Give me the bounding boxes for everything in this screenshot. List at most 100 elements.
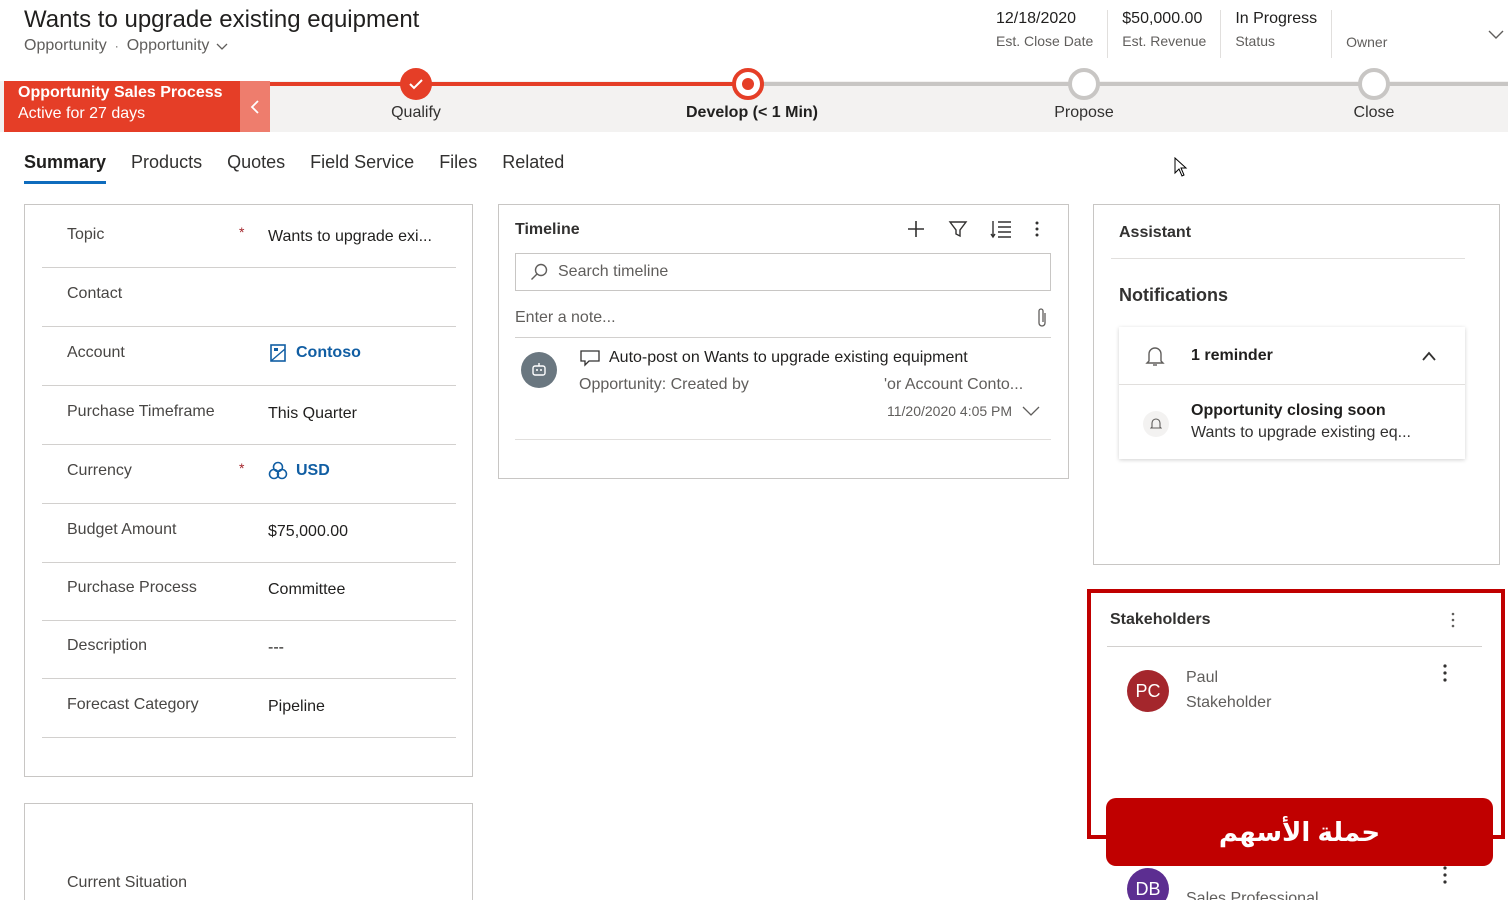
timeline-section: Timeline Search timeline Enter a note...…	[498, 204, 1069, 479]
field-label: Account	[67, 344, 125, 361]
tab-products[interactable]: Products	[131, 152, 202, 184]
list-view-icon[interactable]	[990, 219, 1012, 239]
tab-related[interactable]: Related	[502, 152, 564, 184]
chevron-up-icon[interactable]	[1421, 350, 1437, 362]
process-name: Opportunity Sales Process	[18, 84, 223, 101]
bell-icon	[1145, 347, 1165, 366]
stage-close-node[interactable]	[1358, 68, 1390, 100]
field-topic[interactable]: Topic * Wants to upgrade exi...	[42, 209, 456, 268]
robot-icon	[532, 363, 546, 376]
search-placeholder: Search timeline	[558, 263, 669, 280]
stage-label[interactable]: Develop (< 1 Min)	[686, 104, 818, 122]
bell-icon	[1143, 411, 1169, 437]
note-input[interactable]: Enter a note...	[515, 309, 1051, 338]
stage-label[interactable]: Close	[1354, 104, 1395, 122]
currency-icon	[268, 461, 288, 480]
current-situation-section: Current Situation	[24, 803, 473, 900]
tab-field-service[interactable]: Field Service	[310, 152, 414, 184]
tab-files[interactable]: Files	[439, 152, 477, 184]
more-options-icon[interactable]	[1034, 219, 1040, 239]
chevron-down-icon[interactable]	[215, 39, 229, 53]
field-contact[interactable]: Contact	[42, 268, 456, 327]
timeline-title: Timeline	[515, 221, 580, 238]
currency-link[interactable]: USD	[268, 461, 330, 481]
reminder-title: Opportunity closing soon	[1191, 402, 1386, 419]
kpi-value: $50,000.00	[1122, 10, 1203, 27]
field-label: Description	[67, 637, 148, 654]
process-flag[interactable]: Opportunity Sales Process Active for 27 …	[4, 81, 240, 132]
summary-section: Topic * Wants to upgrade exi... Contact …	[24, 204, 473, 777]
kpi-owner[interactable]: Owner	[1332, 10, 1462, 58]
record-title: Wants to upgrade existing equipment	[24, 6, 420, 33]
kpi-close-date: 12/18/2020 Est. Close Date	[982, 10, 1109, 58]
stage-propose-node[interactable]	[1068, 68, 1100, 100]
kpi-value: In Progress	[1235, 10, 1318, 27]
process-duration: Active for 27 days	[18, 105, 146, 122]
field-value[interactable]: This Quarter	[268, 405, 357, 423]
tab-quotes[interactable]: Quotes	[227, 152, 285, 184]
field-label: Currency	[67, 462, 132, 479]
field-label: Topic	[67, 226, 105, 243]
post-icon	[580, 350, 600, 367]
reminder-count: 1 reminder	[1191, 347, 1273, 364]
notifications-title: Notifications	[1119, 285, 1229, 305]
search-icon	[531, 263, 548, 280]
form-selector[interactable]: Opportunity	[127, 37, 210, 55]
process-track-done	[270, 82, 748, 86]
kpi-label: Owner	[1346, 34, 1388, 50]
field-label: Current Situation	[67, 874, 188, 891]
field-label: Forecast Category	[67, 696, 199, 713]
field-value[interactable]: ---	[268, 639, 284, 657]
field-value[interactable]: $75,000.00	[268, 523, 348, 541]
add-icon[interactable]	[906, 219, 926, 239]
field-label: Contact	[67, 285, 123, 302]
kpi-revenue: $50,000.00 Est. Revenue	[1108, 10, 1222, 58]
field-forecast-category[interactable]: Forecast Category Pipeline	[42, 679, 456, 738]
header-kpis: 12/18/2020 Est. Close Date $50,000.00 Es…	[982, 10, 1462, 58]
entry-date-text: 11/20/2020 4:05 PM	[887, 403, 1013, 419]
currency-code: USD	[296, 462, 330, 479]
process-collapse-button[interactable]	[240, 81, 270, 132]
chevron-down-icon[interactable]	[1022, 405, 1040, 417]
more-options-icon[interactable]	[1440, 864, 1450, 886]
field-purchase-process[interactable]: Purchase Process Committee	[42, 562, 456, 621]
kpi-label: Status	[1235, 33, 1276, 49]
separator-dot: ·	[114, 39, 119, 53]
checkmark-icon	[409, 79, 423, 90]
stakeholder-role: Sales Professional	[1186, 890, 1319, 900]
field-budget-amount[interactable]: Budget Amount $75,000.00	[42, 504, 456, 563]
timeline-search-input[interactable]: Search timeline	[515, 253, 1051, 291]
account-link[interactable]: Contoso	[268, 343, 361, 363]
required-marker: *	[239, 224, 245, 240]
form-tabs: Summary Products Quotes Field Service Fi…	[24, 152, 564, 184]
reminder-card: 1 reminder Opportunity closing soon Want…	[1119, 327, 1465, 459]
timeline-entry-title[interactable]: Auto-post on Wants to upgrade existing e…	[579, 349, 968, 369]
kpi-value: 12/18/2020	[996, 10, 1077, 27]
process-track-pending	[748, 82, 1508, 86]
field-account[interactable]: Account Contoso	[42, 327, 456, 386]
reminder-header[interactable]: 1 reminder	[1119, 327, 1465, 385]
filter-icon[interactable]	[948, 219, 968, 239]
stage-label[interactable]: Qualify	[391, 104, 441, 122]
mouse-pointer-icon	[1174, 157, 1188, 177]
timeline-entry-date: 11/20/2020 4:05 PM	[887, 403, 1040, 419]
field-purchase-timeframe[interactable]: Purchase Timeframe This Quarter	[42, 386, 456, 445]
entity-name: Opportunity	[24, 37, 107, 54]
assistant-title: Assistant	[1119, 224, 1192, 241]
tab-summary[interactable]: Summary	[24, 152, 107, 184]
record-subtitle: Opportunity · Opportunity	[24, 37, 229, 55]
header-expand-icon[interactable]	[1486, 24, 1506, 44]
attachment-icon[interactable]	[1036, 307, 1048, 329]
stage-qualify-node[interactable]	[400, 68, 432, 100]
field-label: Purchase Process	[67, 579, 197, 596]
field-currency[interactable]: Currency * USD	[42, 445, 456, 504]
stage-label[interactable]: Propose	[1054, 104, 1114, 122]
field-value[interactable]: Pipeline	[268, 698, 325, 716]
account-name: Contoso	[296, 344, 361, 361]
field-value[interactable]: Committee	[268, 581, 345, 599]
stage-develop-node[interactable]	[732, 68, 764, 100]
field-value[interactable]: Wants to upgrade exi...	[268, 228, 432, 246]
field-description[interactable]: Description ---	[42, 620, 456, 679]
active-stage-dot	[742, 78, 754, 90]
assistant-section: Assistant Notifications 1 reminder Oppor…	[1093, 204, 1500, 565]
